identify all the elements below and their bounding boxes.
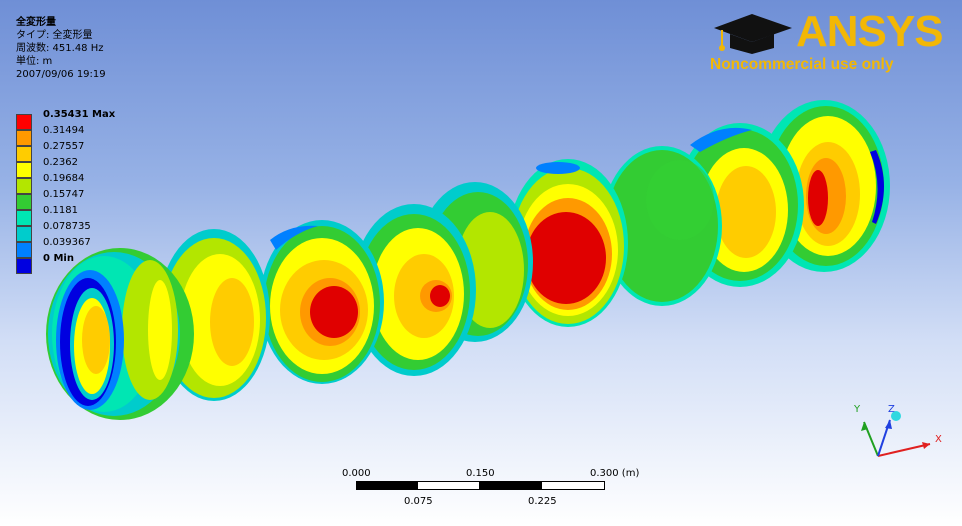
- legend-label: 0.1181: [43, 205, 78, 216]
- triad-y-label: Y: [854, 404, 861, 415]
- scale-tick-bottom: 0.225: [528, 496, 557, 507]
- scale-tick-top: 0.000: [342, 468, 371, 479]
- result-frequency: 周波数: 451.48 Hz: [16, 43, 104, 54]
- legend-label: 0.039367: [43, 237, 91, 248]
- legend-swatch: [16, 194, 32, 210]
- legend-swatch: [16, 130, 32, 146]
- legend-swatch: [16, 146, 32, 162]
- result-unit: 単位: m: [16, 56, 53, 67]
- cell-1: [46, 248, 194, 420]
- legend-label: 0.15747: [43, 189, 85, 200]
- license-notice: Noncommercial use only: [710, 56, 894, 73]
- scale-bar: 0.000 0.150 0.300 (m) 0.075 0.225: [340, 468, 640, 518]
- scale-segment: [541, 481, 605, 490]
- cell-3: [260, 220, 384, 384]
- legend-label-min: 0 Min: [43, 253, 74, 264]
- legend-label: 0.078735: [43, 221, 91, 232]
- scale-segment: [356, 481, 418, 490]
- legend-swatch: [16, 242, 32, 258]
- legend-label: 0.31494: [43, 125, 85, 136]
- triad-z-label: Z: [888, 404, 895, 415]
- ansys-logo: ANSYS Noncommercial use only: [708, 6, 948, 76]
- result-date: 2007/09/06 19:19: [16, 69, 106, 80]
- scale-tick-top: 0.300 (m): [590, 468, 640, 479]
- legend-swatch: [16, 178, 32, 194]
- legend-swatch: [16, 258, 32, 274]
- legend-swatch: [16, 162, 32, 178]
- result-title: 全変形量: [16, 17, 56, 28]
- scale-segment: [479, 481, 542, 490]
- legend-label: 0.27557: [43, 141, 85, 152]
- scale-tick-bottom: 0.075: [404, 496, 433, 507]
- graduation-cap-icon: [714, 14, 792, 54]
- ansys-wordmark: ANSYS: [796, 7, 944, 56]
- legend-swatch: [16, 226, 32, 242]
- scale-segment: [417, 481, 480, 490]
- result-type: タイプ: 全変形量: [16, 30, 93, 41]
- scale-tick-top: 0.150: [466, 468, 495, 479]
- legend-swatch: [16, 210, 32, 226]
- graphics-viewport[interactable]: 全変形量 タイプ: 全変形量 周波数: 451.48 Hz 単位: m 2007…: [0, 0, 962, 526]
- deformed-model: [46, 100, 890, 420]
- legend-swatch: [16, 114, 32, 130]
- legend-label: 0.2362: [43, 157, 78, 168]
- triad-x-label: X: [935, 434, 942, 445]
- legend-label-max: 0.35431 Max: [43, 109, 116, 120]
- result-info: 全変形量 タイプ: 全変形量 周波数: 451.48 Hz 単位: m 2007…: [16, 16, 106, 81]
- coordinate-triad[interactable]: X Y Z: [842, 398, 952, 468]
- legend-label: 0.19684: [43, 173, 85, 184]
